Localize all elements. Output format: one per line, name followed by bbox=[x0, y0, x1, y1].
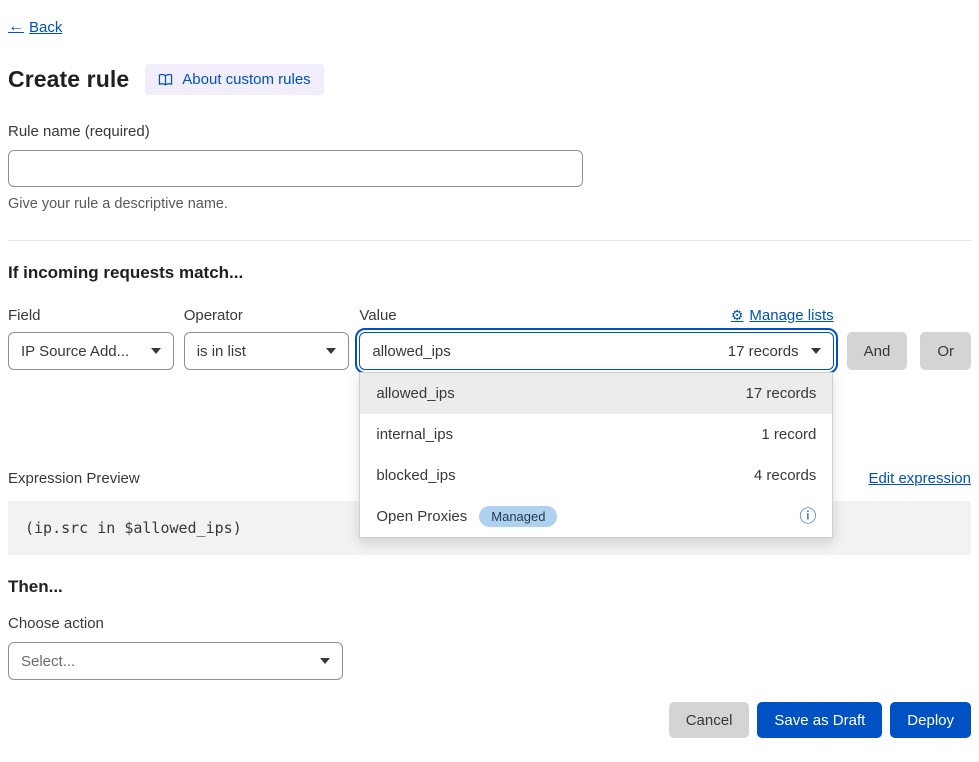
divider bbox=[8, 240, 971, 241]
value-select-value: allowed_ips bbox=[372, 343, 450, 360]
operator-select[interactable]: is in list bbox=[184, 332, 350, 370]
choose-action-label: Choose action bbox=[8, 615, 971, 632]
book-icon bbox=[158, 73, 173, 87]
value-select[interactable]: allowed_ips 17 records bbox=[359, 332, 833, 370]
save-as-draft-button[interactable]: Save as Draft bbox=[757, 702, 882, 738]
match-condition-row: Field IP Source Add... Operator is in li… bbox=[8, 307, 971, 370]
back-arrow-icon: ← bbox=[8, 18, 24, 36]
chevron-down-icon bbox=[811, 348, 821, 354]
rule-name-input[interactable] bbox=[8, 150, 583, 187]
back-label: Back bbox=[29, 19, 62, 36]
gear-icon: ⚙ bbox=[731, 307, 744, 324]
about-custom-rules-label: About custom rules bbox=[182, 71, 310, 88]
create-rule-page: ← Back Create rule About custom rules Rul… bbox=[0, 0, 979, 762]
option-name: internal_ips bbox=[376, 426, 453, 443]
info-icon[interactable]: ⓘ bbox=[799, 508, 816, 525]
value-dropdown-menu: allowed_ips 17 records internal_ips 1 re… bbox=[359, 372, 833, 538]
chevron-down-icon bbox=[151, 348, 161, 354]
action-select[interactable]: Select... bbox=[8, 642, 343, 680]
operator-select-value: is in list bbox=[197, 343, 246, 360]
and-button[interactable]: And bbox=[847, 332, 908, 370]
chevron-down-icon bbox=[320, 658, 330, 664]
manage-lists-link[interactable]: ⚙ Manage lists bbox=[731, 307, 834, 324]
expression-code: (ip.src in $allowed_ips) bbox=[25, 519, 242, 537]
or-button[interactable]: Or bbox=[920, 332, 971, 370]
cancel-button[interactable]: Cancel bbox=[669, 702, 750, 738]
dropdown-option-blocked-ips[interactable]: blocked_ips 4 records bbox=[360, 455, 832, 496]
option-name: Open Proxies bbox=[376, 508, 467, 525]
field-label: Field bbox=[8, 307, 174, 324]
chevron-down-icon bbox=[326, 348, 336, 354]
managed-badge: Managed bbox=[479, 506, 557, 527]
page-title: Create rule bbox=[8, 66, 129, 93]
value-column: Value ⚙ Manage lists allowed_ips 17 reco… bbox=[359, 307, 833, 370]
value-label: Value bbox=[359, 307, 396, 324]
dropdown-option-open-proxies[interactable]: Open Proxies Managed ⓘ bbox=[360, 496, 832, 537]
option-meta: 17 records bbox=[746, 385, 817, 402]
option-meta: 4 records bbox=[754, 467, 817, 484]
then-section-heading: Then... bbox=[8, 577, 971, 597]
operator-label: Operator bbox=[184, 307, 350, 324]
dropdown-option-allowed-ips[interactable]: allowed_ips 17 records bbox=[360, 373, 832, 414]
match-section-heading: If incoming requests match... bbox=[8, 263, 971, 283]
expression-preview-label: Expression Preview bbox=[8, 470, 140, 487]
title-row: Create rule About custom rules bbox=[8, 64, 971, 95]
about-custom-rules-link[interactable]: About custom rules bbox=[145, 64, 323, 95]
option-name: allowed_ips bbox=[376, 385, 454, 402]
field-column: Field IP Source Add... bbox=[8, 307, 174, 370]
edit-expression-link[interactable]: Edit expression bbox=[868, 470, 971, 487]
manage-lists-label: Manage lists bbox=[749, 307, 833, 324]
dropdown-option-internal-ips[interactable]: internal_ips 1 record bbox=[360, 414, 832, 455]
conjunction-buttons: And Or bbox=[847, 332, 971, 370]
rule-name-label: Rule name (required) bbox=[8, 123, 971, 140]
footer-actions: Cancel Save as Draft Deploy bbox=[8, 702, 971, 738]
field-select-value: IP Source Add... bbox=[21, 343, 129, 360]
action-select-placeholder: Select... bbox=[21, 653, 75, 670]
option-meta: 1 record bbox=[761, 426, 816, 443]
option-name: blocked_ips bbox=[376, 467, 455, 484]
field-select[interactable]: IP Source Add... bbox=[8, 332, 174, 370]
rule-name-help-text: Give your rule a descriptive name. bbox=[8, 196, 971, 212]
value-label-row: Value ⚙ Manage lists bbox=[359, 307, 833, 324]
deploy-button[interactable]: Deploy bbox=[890, 702, 971, 738]
operator-column: Operator is in list bbox=[184, 307, 350, 370]
back-link[interactable]: ← Back bbox=[8, 18, 62, 36]
value-select-meta: 17 records bbox=[728, 343, 799, 360]
